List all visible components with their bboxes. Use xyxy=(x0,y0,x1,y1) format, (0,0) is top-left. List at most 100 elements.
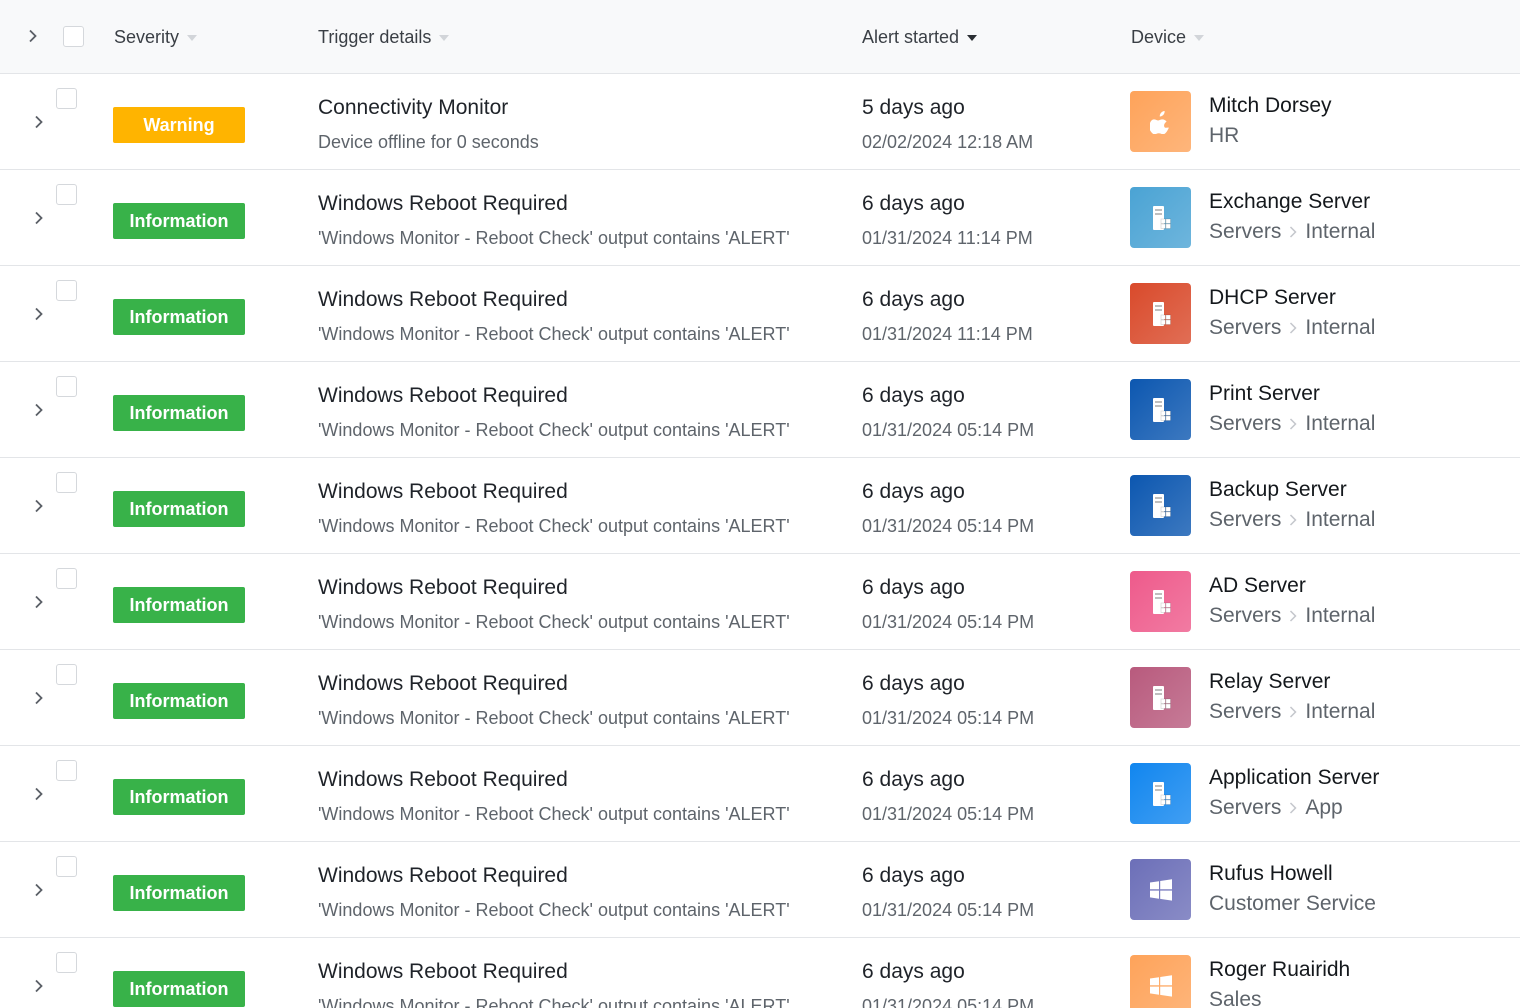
row-expand-chevron-icon[interactable] xyxy=(32,403,46,417)
severity-badge: Information xyxy=(113,875,245,911)
severity-badge: Warning xyxy=(113,107,245,143)
windows-server-icon xyxy=(1130,763,1191,824)
windows-server-icon xyxy=(1130,187,1191,248)
row-expand-chevron-icon[interactable] xyxy=(32,499,46,513)
windows-icon xyxy=(1130,859,1191,920)
severity-column-header[interactable]: Severity xyxy=(114,0,198,74)
row-select-checkbox[interactable] xyxy=(56,568,77,589)
device-name-link[interactable]: Rufus Howell xyxy=(1209,862,1333,886)
alert-relative-time: 6 days ago xyxy=(862,864,965,887)
alert-relative-time: 6 days ago xyxy=(862,480,965,503)
device-name-link[interactable]: Application Server xyxy=(1209,766,1379,790)
row-select-checkbox[interactable] xyxy=(56,952,77,973)
breadcrumb-separator-icon xyxy=(1290,706,1297,718)
severity-badge: Information xyxy=(113,395,245,431)
trigger-title[interactable]: Windows Reboot Required xyxy=(318,288,568,312)
table-row[interactable]: Information Windows Reboot Required 'Win… xyxy=(0,842,1520,938)
breadcrumb-separator-icon xyxy=(1290,802,1297,814)
device-path-segment: Servers xyxy=(1209,316,1282,339)
device-path-segment: Internal xyxy=(1305,412,1376,435)
trigger-title[interactable]: Windows Reboot Required xyxy=(318,576,568,600)
row-select-checkbox[interactable] xyxy=(56,760,77,781)
row-select-checkbox[interactable] xyxy=(56,184,77,205)
severity-header-label: Severity xyxy=(114,26,180,47)
table-body: Warning Connectivity Monitor Device offl… xyxy=(0,74,1520,1008)
severity-label: Information xyxy=(129,786,229,807)
device-name-link[interactable]: Exchange Server xyxy=(1209,190,1370,214)
breadcrumb-separator-icon xyxy=(1290,226,1297,238)
row-expand-chevron-icon[interactable] xyxy=(32,211,46,225)
alert-relative-time: 6 days ago xyxy=(862,288,965,311)
row-select-checkbox[interactable] xyxy=(56,472,77,493)
trigger-title[interactable]: Windows Reboot Required xyxy=(318,672,568,696)
trigger-detail: 'Windows Monitor - Reboot Check' output … xyxy=(318,900,790,920)
device-column-header[interactable]: Device xyxy=(1131,0,1205,74)
windows-server-icon xyxy=(1130,283,1191,344)
device-name-link[interactable]: Backup Server xyxy=(1209,478,1347,502)
table-row[interactable]: Information Windows Reboot Required 'Win… xyxy=(0,458,1520,554)
breadcrumb-separator-icon xyxy=(1290,418,1297,430)
alert-relative-time: 6 days ago xyxy=(862,576,965,599)
trigger-detail: Device offline for 0 seconds xyxy=(318,132,539,152)
trigger-detail: 'Windows Monitor - Reboot Check' output … xyxy=(318,708,790,728)
row-expand-chevron-icon[interactable] xyxy=(32,115,46,129)
device-name-link[interactable]: Print Server xyxy=(1209,382,1320,406)
table-row[interactable]: Information Windows Reboot Required 'Win… xyxy=(0,554,1520,650)
device-path-segment: Customer Service xyxy=(1209,892,1376,915)
row-expand-chevron-icon[interactable] xyxy=(32,979,46,993)
trigger-title[interactable]: Windows Reboot Required xyxy=(318,192,568,216)
device-name-link[interactable]: Relay Server xyxy=(1209,670,1330,694)
alert-relative-time: 6 days ago xyxy=(862,672,965,695)
table-row[interactable]: Information Windows Reboot Required 'Win… xyxy=(0,650,1520,746)
severity-badge: Information xyxy=(113,587,245,623)
select-all-checkbox[interactable] xyxy=(63,26,84,47)
row-expand-chevron-icon[interactable] xyxy=(32,883,46,897)
trigger-title[interactable]: Windows Reboot Required xyxy=(318,960,568,984)
device-name-link[interactable]: AD Server xyxy=(1209,574,1306,598)
trigger-title[interactable]: Windows Reboot Required xyxy=(318,480,568,504)
row-select-checkbox[interactable] xyxy=(56,376,77,397)
row-expand-chevron-icon[interactable] xyxy=(32,691,46,705)
device-name-link[interactable]: DHCP Server xyxy=(1209,286,1336,310)
severity-badge: Information xyxy=(113,203,245,239)
row-select-checkbox[interactable] xyxy=(56,856,77,877)
device-path-segment: Servers xyxy=(1209,508,1282,531)
table-row[interactable]: Information Windows Reboot Required 'Win… xyxy=(0,938,1520,1008)
expand-all-chevron-icon[interactable] xyxy=(26,29,40,43)
table-row[interactable]: Information Windows Reboot Required 'Win… xyxy=(0,362,1520,458)
trigger-title[interactable]: Windows Reboot Required xyxy=(318,864,568,888)
row-select-checkbox[interactable] xyxy=(56,664,77,685)
windows-icon xyxy=(1130,955,1191,1008)
device-path-breadcrumb: Servers Internal xyxy=(1209,604,1375,628)
sort-arrow-icon xyxy=(967,35,978,41)
row-select-checkbox[interactable] xyxy=(56,88,77,109)
windows-server-icon xyxy=(1130,571,1191,632)
row-select-checkbox[interactable] xyxy=(56,280,77,301)
row-expand-chevron-icon[interactable] xyxy=(32,595,46,609)
device-name-link[interactable]: Mitch Dorsey xyxy=(1209,94,1332,118)
alert-timestamp: 01/31/2024 05:14 PM xyxy=(862,996,1035,1008)
alert-started-column-header[interactable]: Alert started xyxy=(862,0,978,74)
alert-header-label: Alert started xyxy=(862,26,960,47)
trigger-column-header[interactable]: Trigger details xyxy=(318,0,450,74)
row-expand-chevron-icon[interactable] xyxy=(32,787,46,801)
table-row[interactable]: Information Windows Reboot Required 'Win… xyxy=(0,746,1520,842)
device-path-segment: Internal xyxy=(1305,700,1376,723)
device-name-link[interactable]: Roger Ruairidh xyxy=(1209,958,1350,982)
device-path-segment: Servers xyxy=(1209,604,1282,627)
severity-badge: Information xyxy=(113,299,245,335)
device-path-breadcrumb: Servers Internal xyxy=(1209,508,1375,532)
trigger-detail: 'Windows Monitor - Reboot Check' output … xyxy=(318,996,790,1008)
trigger-title[interactable]: Connectivity Monitor xyxy=(318,96,508,120)
device-path-segment: Sales xyxy=(1209,988,1262,1008)
device-path-segment: Servers xyxy=(1209,796,1282,819)
row-expand-chevron-icon[interactable] xyxy=(32,307,46,321)
device-path-segment: Internal xyxy=(1305,604,1376,627)
table-row[interactable]: Warning Connectivity Monitor Device offl… xyxy=(0,74,1520,170)
table-row[interactable]: Information Windows Reboot Required 'Win… xyxy=(0,170,1520,266)
table-row[interactable]: Information Windows Reboot Required 'Win… xyxy=(0,266,1520,362)
trigger-title[interactable]: Windows Reboot Required xyxy=(318,768,568,792)
severity-badge: Information xyxy=(113,779,245,815)
trigger-title[interactable]: Windows Reboot Required xyxy=(318,384,568,408)
trigger-detail: 'Windows Monitor - Reboot Check' output … xyxy=(318,516,790,536)
